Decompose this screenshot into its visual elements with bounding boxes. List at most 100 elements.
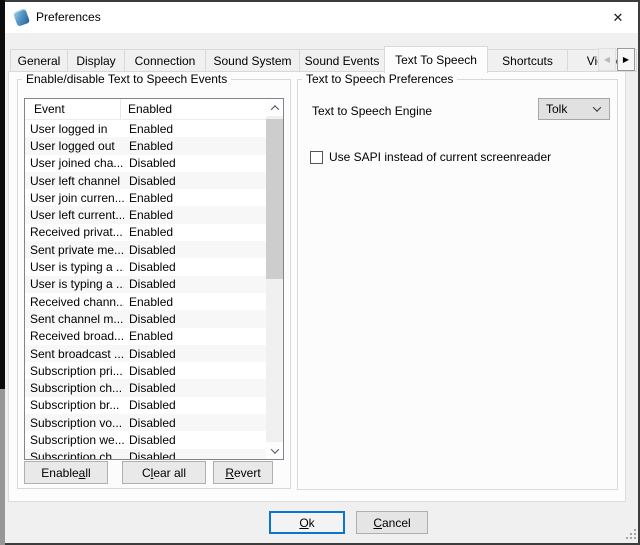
enabled-cell: Enabled	[124, 191, 266, 205]
list-item[interactable]: User logged outEnabled	[25, 137, 266, 154]
chevron-up-icon	[270, 105, 278, 113]
tts-engine-select[interactable]: Tolk	[538, 98, 610, 120]
list-item[interactable]: Subscription ch...Disabled	[25, 449, 266, 459]
event-cell: Subscription br...	[25, 398, 124, 412]
enabled-cell: Disabled	[124, 433, 266, 447]
event-cell: User logged in	[25, 122, 124, 136]
tab-general[interactable]: General	[10, 49, 68, 72]
enabled-cell: Disabled	[124, 260, 266, 274]
list-rows: User logged inEnabledUser logged outEnab…	[25, 120, 266, 459]
tab-shortcuts[interactable]: Shortcuts	[487, 49, 568, 72]
tab-page-text-to-speech: Enable/disable Text to Speech Events Eve…	[8, 71, 626, 502]
event-cell: User logged out	[25, 139, 124, 153]
column-header-event[interactable]: Event	[25, 99, 120, 119]
clear-all-button[interactable]: Clear all	[122, 461, 206, 484]
list-item[interactable]: Subscription we...Disabled	[25, 431, 266, 448]
event-cell: Sent broadcast ...	[25, 347, 124, 361]
list-item[interactable]: Subscription br...Disabled	[25, 397, 266, 414]
tab-scroll-left-button[interactable]: ◀	[598, 48, 616, 71]
event-cell: User joined cha...	[25, 156, 124, 170]
list-item[interactable]: Received chann...Enabled	[25, 293, 266, 310]
desktop-background: Preferences ✕ GeneralDisplayConnectionSo…	[0, 0, 640, 545]
list-item[interactable]: User is typing a ...Disabled	[25, 276, 266, 293]
enabled-cell: Enabled	[124, 139, 266, 153]
enabled-cell: Disabled	[124, 277, 266, 291]
list-item[interactable]: Subscription ch...Disabled	[25, 379, 266, 396]
event-cell: User left current...	[25, 208, 124, 222]
enabled-cell: Disabled	[124, 364, 266, 378]
enabled-cell: Enabled	[124, 329, 266, 343]
list-item[interactable]: Sent channel m...Disabled	[25, 310, 266, 327]
enabled-cell: Disabled	[124, 450, 266, 459]
tts-events-group-title: Enable/disable Text to Speech Events	[22, 72, 231, 86]
tab-sound-system[interactable]: Sound System	[205, 49, 300, 72]
enabled-cell: Disabled	[124, 381, 266, 395]
ok-button[interactable]: Ok	[269, 511, 345, 534]
enabled-cell: Disabled	[124, 243, 266, 257]
enabled-cell: Disabled	[124, 416, 266, 430]
preferences-dialog: Preferences ✕ GeneralDisplayConnectionSo…	[5, 2, 638, 543]
tts-events-groupbox: Enable/disable Text to Speech Events Eve…	[17, 79, 291, 489]
event-cell: Received broad...	[25, 329, 124, 343]
list-scrollbar[interactable]	[266, 99, 283, 459]
close-icon[interactable]: ✕	[607, 7, 629, 29]
chevron-down-icon	[593, 103, 601, 111]
list-item[interactable]: User left current...Enabled	[25, 206, 266, 223]
tab-display[interactable]: Display	[67, 49, 125, 72]
tts-engine-label: Text to Speech Engine	[312, 104, 432, 118]
tts-engine-selected-value: Tolk	[546, 102, 567, 116]
list-item[interactable]: Sent private me...Disabled	[25, 241, 266, 258]
enabled-cell: Disabled	[124, 312, 266, 326]
list-item[interactable]: User join curren...Enabled	[25, 189, 266, 206]
cancel-button[interactable]: Cancel	[356, 511, 428, 534]
enable-all-button[interactable]: Enable all	[24, 461, 108, 484]
list-item[interactable]: Subscription vo...Disabled	[25, 414, 266, 431]
list-item[interactable]: User joined cha...Disabled	[25, 155, 266, 172]
tab-sound-events[interactable]: Sound Events	[299, 49, 385, 72]
event-cell: Received privat...	[25, 225, 124, 239]
tab-scroll-right-button[interactable]: ▶	[617, 48, 635, 71]
enabled-cell: Enabled	[124, 225, 266, 239]
scrollbar-thumb[interactable]	[266, 119, 283, 279]
list-item[interactable]: Received broad...Enabled	[25, 328, 266, 345]
event-cell: Subscription ch...	[25, 381, 124, 395]
revert-button[interactable]: Revert	[213, 461, 273, 484]
event-cell: Subscription ch...	[25, 450, 124, 459]
chevron-down-icon	[270, 445, 278, 453]
tts-events-list[interactable]: Event Enabled User logged inEnabledUser …	[24, 98, 284, 460]
enabled-cell: Disabled	[124, 156, 266, 170]
column-header-enabled[interactable]: Enabled	[120, 99, 266, 119]
event-cell: Received chann...	[25, 295, 124, 309]
list-item[interactable]: User is typing a ...Disabled	[25, 258, 266, 275]
list-item[interactable]: User left channelDisabled	[25, 172, 266, 189]
event-cell: Sent private me...	[25, 243, 124, 257]
use-sapi-checkbox-label[interactable]: Use SAPI instead of current screenreader	[329, 150, 551, 164]
event-cell: Sent channel m...	[25, 312, 124, 326]
scrollbar-up-button[interactable]	[266, 99, 283, 116]
list-header[interactable]: Event Enabled	[25, 99, 266, 120]
event-cell: User left channel	[25, 174, 124, 188]
title-bar: Preferences ✕	[5, 2, 638, 33]
scrollbar-down-button[interactable]	[266, 442, 283, 459]
enabled-cell: Enabled	[124, 295, 266, 309]
enabled-cell: Enabled	[124, 122, 266, 136]
list-item[interactable]: Received privat...Enabled	[25, 224, 266, 241]
event-cell: Subscription vo...	[25, 416, 124, 430]
list-item[interactable]: User logged inEnabled	[25, 120, 266, 137]
list-item[interactable]: Sent broadcast ...Disabled	[25, 345, 266, 362]
enabled-cell: Disabled	[124, 174, 266, 188]
list-item[interactable]: Subscription pri...Disabled	[25, 362, 266, 379]
event-cell: Subscription pri...	[25, 364, 124, 378]
tab-connection[interactable]: Connection	[124, 49, 206, 72]
event-cell: Subscription we...	[25, 433, 124, 447]
enabled-cell: Enabled	[124, 208, 266, 222]
enabled-cell: Disabled	[124, 398, 266, 412]
teamtalk-app-icon	[13, 8, 30, 27]
event-cell: User is typing a ...	[25, 277, 124, 291]
use-sapi-checkbox[interactable]	[310, 151, 323, 164]
tab-text-to-speech[interactable]: Text To Speech	[384, 46, 488, 73]
window-title: Preferences	[36, 10, 101, 24]
enabled-cell: Disabled	[124, 347, 266, 361]
resize-grip[interactable]	[634, 537, 636, 539]
event-cell: User is typing a ...	[25, 260, 124, 274]
